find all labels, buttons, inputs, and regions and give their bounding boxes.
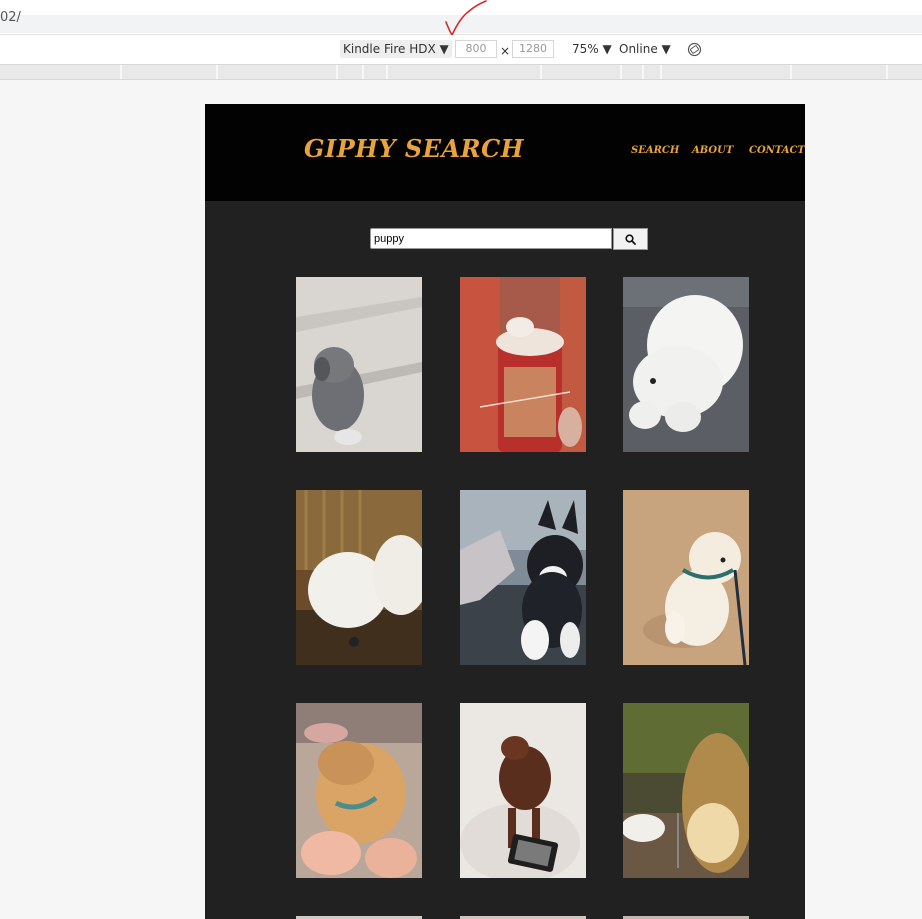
media-query-ruler [0,65,922,80]
zoom-select-label: 75% [572,42,599,56]
device-toolbar: Kindle Fire HDX ▼ 800 × 1280 75% ▼ Onlin… [0,35,922,65]
search-input[interactable] [370,228,612,249]
nav-about[interactable]: ABOUT [692,145,733,156]
gif-result-9[interactable] [623,703,749,878]
nav-search[interactable]: SEARCH [631,145,679,156]
site-title[interactable]: GIPHY SEARCH [304,134,524,163]
search-icon [625,233,636,245]
rotate-icon[interactable] [687,42,702,57]
device-select[interactable]: Kindle Fire HDX ▼ [340,40,452,58]
chevron-down-icon: ▼ [661,42,671,56]
height-input[interactable]: 1280 [512,40,554,58]
gif-result-5[interactable] [460,490,586,665]
url-text: 02/ [0,10,21,25]
search-button[interactable] [613,228,648,250]
network-throttle-select[interactable]: Online ▼ [619,42,671,56]
device-viewport: GIPHY SEARCH SEARCH ABOUT CONTACT [205,104,805,919]
gif-result-2[interactable] [460,277,586,452]
gif-result-3[interactable] [623,277,749,452]
gif-result-6[interactable] [623,490,749,665]
width-input[interactable]: 800 [455,40,497,58]
dimension-separator: × [500,44,511,58]
gif-result-4[interactable] [296,490,422,665]
network-select-label: Online [619,42,658,56]
zoom-select[interactable]: 75% ▼ [572,42,612,56]
gif-result-1[interactable] [296,277,422,452]
gif-result-8[interactable] [460,703,586,878]
chevron-down-icon: ▼ [602,42,612,56]
gif-result-7[interactable] [296,703,422,878]
device-select-label: Kindle Fire HDX [343,42,436,56]
chevron-down-icon: ▼ [439,42,449,56]
site-header: GIPHY SEARCH SEARCH ABOUT CONTACT [205,104,805,201]
nav-contact[interactable]: CONTACT [749,145,805,156]
